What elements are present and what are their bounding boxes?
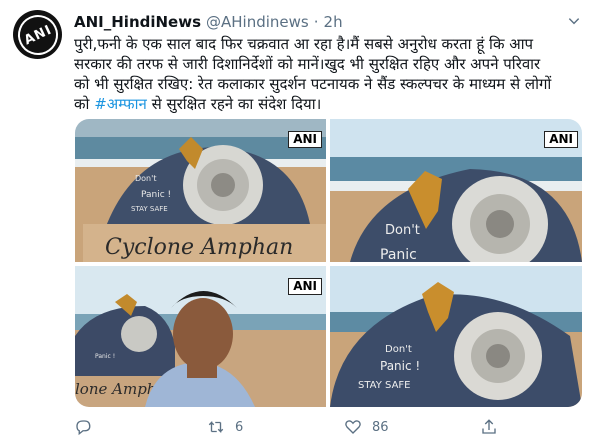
tweet-line-1: पुरी,फनी के एक साल बाद फिर चक्रवात आ रहा…: [74, 35, 534, 53]
hashtag-link[interactable]: #अम्फान: [94, 95, 147, 113]
sand-sculpture-photo: Don't Panic ! STAY SAFE: [330, 266, 582, 407]
tweet-header: ANI_HindiNews @AHindinews · 2h: [74, 10, 581, 34]
watermark-badge: ANI: [288, 278, 322, 295]
reply-icon: [76, 420, 91, 436]
media-image-4[interactable]: Don't Panic ! STAY SAFE: [330, 266, 582, 407]
sculpture-text-panic: Panic !: [95, 353, 115, 360]
sculpture-text-stay-safe: STAY SAFE: [131, 205, 168, 213]
separator-dot: ·: [313, 13, 319, 31]
tweet-line-4: को #अम्फान से सुरक्षित रहने का संदेश दिय…: [74, 94, 584, 114]
tweet-line-4-prefix: को: [74, 95, 95, 113]
tweet-line-2: सरकार की तरफ से जारी दिशानिर्देशों को मा…: [74, 55, 541, 73]
avatar-logo: ANI: [10, 7, 65, 62]
sculpture-text-dont: Don't: [385, 344, 412, 355]
media-grid: Don't Panic ! STAY SAFE Cyclone Amphan A…: [75, 119, 582, 407]
author-handle[interactable]: @AHindinews: [206, 13, 309, 31]
banner-text: Cyclone Amphan: [105, 235, 293, 260]
like-count: 86: [372, 419, 389, 435]
sculpture-text-stay-safe: STAY SAFE: [358, 380, 410, 391]
sculpture-text-dont: Don't: [135, 174, 156, 183]
share-icon: [482, 419, 496, 434]
media-image-3[interactable]: Panic ! lone Amphan ANI: [75, 266, 326, 407]
avatar[interactable]: ANI: [10, 7, 65, 62]
chevron-down-icon[interactable]: [567, 14, 581, 28]
sculpture-text-dont: Don't: [385, 223, 420, 238]
like-button[interactable]: 86: [344, 418, 389, 436]
media-image-1[interactable]: Don't Panic ! STAY SAFE Cyclone Amphan A…: [75, 119, 326, 262]
heart-icon: [345, 420, 361, 434]
watermark-badge: ANI: [288, 131, 322, 148]
retweet-button[interactable]: 6: [207, 418, 243, 436]
watermark-badge: ANI: [544, 131, 578, 148]
reply-button[interactable]: [74, 418, 102, 436]
tweet-text: पुरी,फनी के एक साल बाद फिर चक्रवात आ रहा…: [74, 34, 584, 114]
sculpture-text-panic: Panic: [380, 247, 417, 262]
tweet-line-4-suffix: से सुरक्षित रहने का संदेश दिया।: [146, 95, 322, 113]
media-image-2[interactable]: Don't Panic ANI: [330, 119, 582, 262]
tweet-line-3: को भी सुरक्षित रखिए: रेत कलाकार सुदर्शन …: [74, 75, 552, 93]
author-name[interactable]: ANI_HindiNews: [74, 13, 201, 31]
retweet-icon: [208, 420, 224, 434]
share-button[interactable]: [480, 418, 498, 436]
sculpture-text-panic: Panic !: [380, 359, 420, 373]
tweet-time[interactable]: 2h: [324, 13, 343, 31]
sculpture-text-panic: Panic !: [141, 190, 171, 200]
tweet-card[interactable]: ANI ANI_HindiNews @AHindinews · 2h पुरी,…: [0, 0, 601, 446]
action-bar: 6 86: [74, 414, 544, 442]
retweet-count: 6: [235, 419, 244, 435]
